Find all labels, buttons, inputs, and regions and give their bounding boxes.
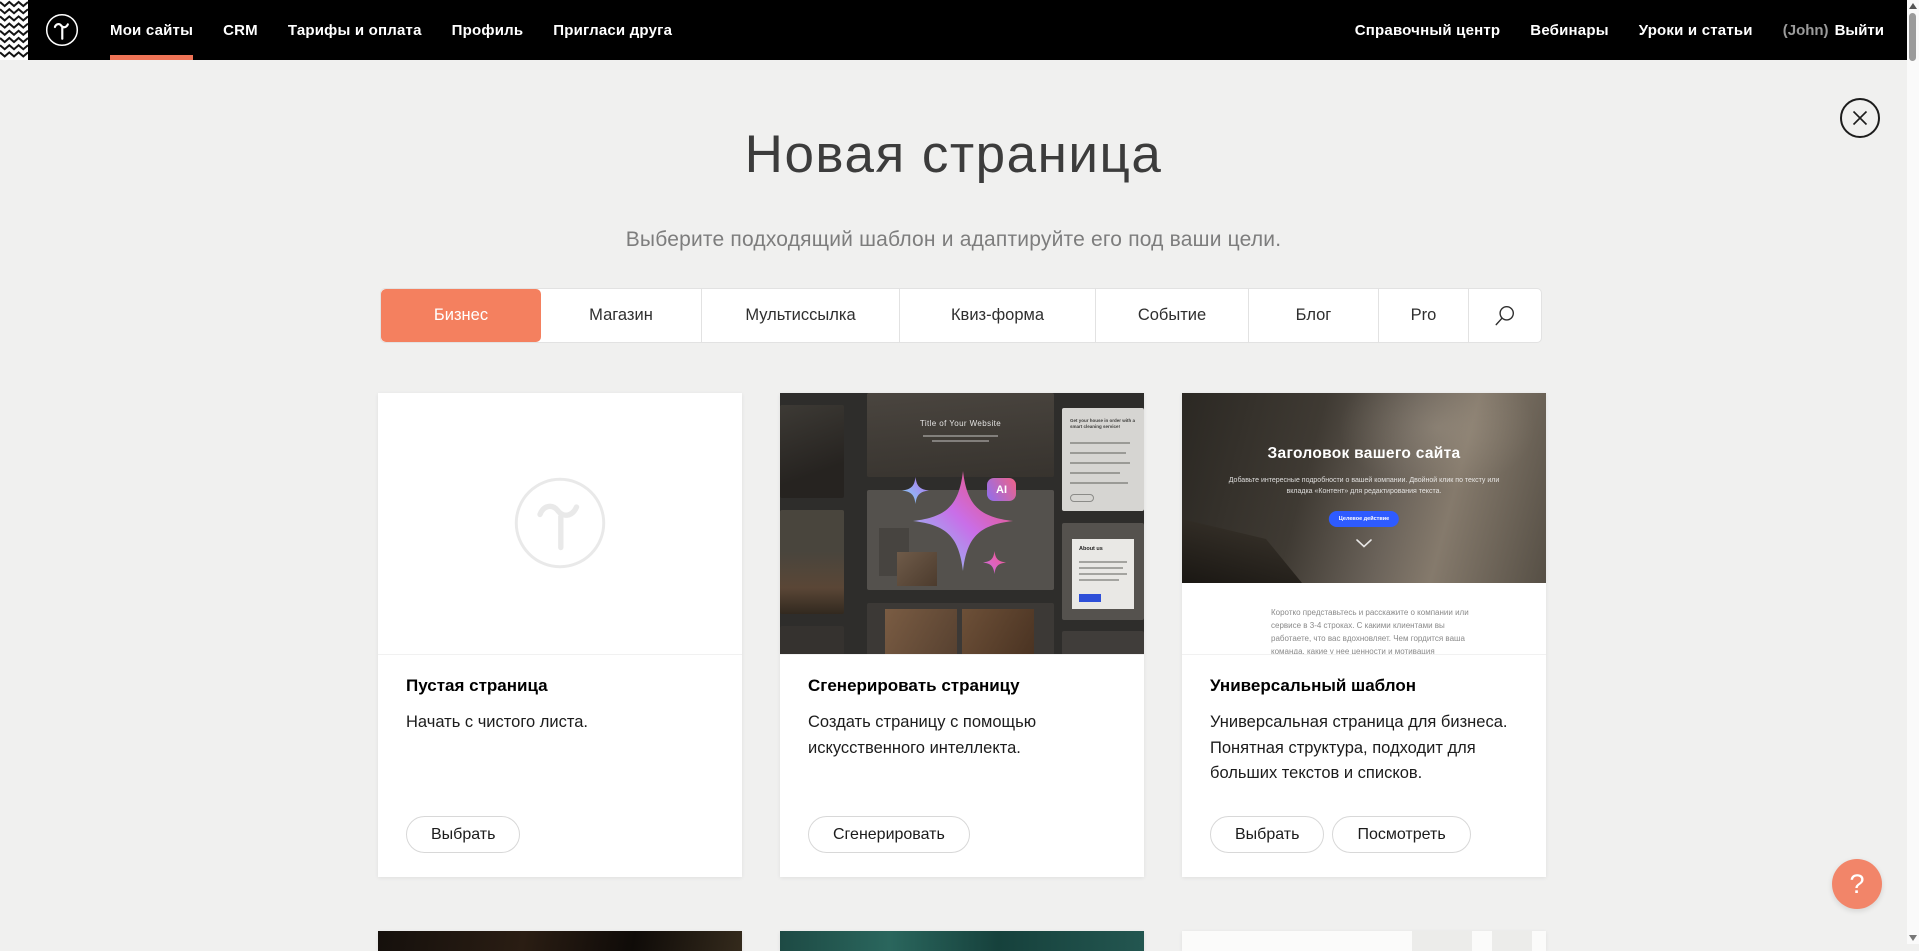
template-paragraph: Коротко представьтесь и расскажите о ком… xyxy=(1271,606,1469,655)
template-text-section: Коротко представьтесь и расскажите о ком… xyxy=(1182,583,1546,655)
preview-photos-tile xyxy=(867,603,1054,655)
nav-item-lessons[interactable]: Уроки и статьи xyxy=(1639,0,1753,60)
top-navbar: Мои сайты CRM Тарифы и оплата Профиль Пр… xyxy=(0,0,1907,60)
card-ai-generate: Title of Your Website Get your house in … xyxy=(780,393,1144,877)
zigzag-pattern xyxy=(0,0,28,60)
nav-item-pricing[interactable]: Тарифы и оплата xyxy=(288,0,422,60)
nav-item-webinars[interactable]: Вебинары xyxy=(1530,0,1608,60)
ai-preview: Title of Your Website Get your house in … xyxy=(780,393,1144,655)
preview-about-tile: About us xyxy=(1062,523,1144,620)
template-category-tabs: Бизнес Магазин Мультиссылка Квиз-форма С… xyxy=(380,288,1542,343)
card-universal-template: Заголовок вашего сайта Добавьте интересн… xyxy=(1182,393,1546,877)
generate-button[interactable]: Сгенерировать xyxy=(808,816,970,853)
preview-photo-tile xyxy=(780,405,844,498)
scroll-down-arrow-icon[interactable] xyxy=(1909,935,1917,941)
template-subheading: Добавьте интересные подробности о вашей … xyxy=(1226,475,1503,497)
tab-store[interactable]: Магазин xyxy=(541,289,702,342)
tab-multilink[interactable]: Мультиссылка xyxy=(702,289,900,342)
secondary-menu: Справочный центр Вебинары Уроки и статьи… xyxy=(1325,0,1884,60)
ai-badge: AI xyxy=(987,478,1016,501)
choose-button[interactable]: Выбрать xyxy=(406,816,520,853)
nav-item-help-center[interactable]: Справочный центр xyxy=(1355,0,1501,60)
nav-item-my-sites[interactable]: Мои сайты xyxy=(110,0,193,60)
preview-about-title: About us xyxy=(1079,546,1103,552)
ai-sparkle-small-icon xyxy=(983,551,1006,574)
view-button[interactable]: Посмотреть xyxy=(1332,816,1470,853)
page-subtitle: Выберите подходящий шаблон и адаптируйте… xyxy=(0,228,1907,252)
laptop-shape xyxy=(1182,503,1302,583)
preview-photo-tile xyxy=(1062,631,1144,655)
page-scrollbar[interactable] xyxy=(1907,0,1919,944)
preview-photo-tile xyxy=(780,626,844,655)
search-icon xyxy=(1494,305,1516,327)
tab-search[interactable] xyxy=(1469,289,1541,342)
template-preview: Заголовок вашего сайта Добавьте интересн… xyxy=(1182,393,1546,655)
template-hero-image: Заголовок вашего сайта Добавьте интересн… xyxy=(1182,393,1546,583)
preview-photo-tile xyxy=(780,510,844,614)
card-title: Сгенерировать страницу xyxy=(808,676,1020,696)
logout-link[interactable]: Выйти xyxy=(1835,22,1884,39)
page-title: Новая страница xyxy=(0,124,1907,185)
tab-business[interactable]: Бизнес xyxy=(381,289,541,342)
card-description: Создать страницу с помощью искусственног… xyxy=(808,710,1108,761)
tab-event[interactable]: Событие xyxy=(1096,289,1249,342)
card-description: Универсальная страница для бизнеса. Поня… xyxy=(1210,710,1540,787)
main-menu: Мои сайты CRM Тарифы и оплата Профиль Пр… xyxy=(110,0,702,60)
template-cards-row: Пустая страница Начать с чистого листа. … xyxy=(378,393,1546,877)
preview-text-card-tile: Get your house in order with a smart cle… xyxy=(1062,408,1144,511)
chevron-down-icon xyxy=(1356,539,1372,548)
tab-quiz-form[interactable]: Квиз-форма xyxy=(900,289,1096,342)
card-preview-partial xyxy=(1182,931,1546,951)
card-blank-page: Пустая страница Начать с чистого листа. … xyxy=(378,393,742,877)
user-logout[interactable]: (John) Выйти xyxy=(1783,0,1884,60)
preview-hero-tile: Title of Your Website xyxy=(867,393,1054,477)
card-title: Пустая страница xyxy=(406,676,548,696)
card-preview-partial xyxy=(378,931,742,951)
tilda-logo-icon[interactable] xyxy=(45,13,79,47)
tab-pro[interactable]: Pro xyxy=(1379,289,1469,342)
template-heading: Заголовок вашего сайта xyxy=(1182,445,1546,463)
choose-button[interactable]: Выбрать xyxy=(1210,816,1324,853)
help-button[interactable]: ? xyxy=(1832,859,1882,909)
card-description: Начать с чистого листа. xyxy=(406,710,718,736)
user-name: (John) xyxy=(1783,22,1829,39)
scroll-up-arrow-icon[interactable] xyxy=(1909,3,1917,9)
card-preview-partial xyxy=(780,931,1144,951)
preview-service-title: Get your house in order with a smart cle… xyxy=(1070,418,1136,431)
tilda-logo-watermark-icon xyxy=(512,475,608,571)
template-cards-row-2 xyxy=(378,931,1546,951)
tab-blog[interactable]: Блог xyxy=(1249,289,1379,342)
scrollbar-thumb[interactable] xyxy=(1909,13,1916,61)
nav-item-profile[interactable]: Профиль xyxy=(452,0,524,60)
nav-item-crm[interactable]: CRM xyxy=(223,0,258,60)
blank-page-preview xyxy=(378,393,742,655)
nav-item-invite-friend[interactable]: Пригласи друга xyxy=(553,0,672,60)
card-title: Универсальный шаблон xyxy=(1210,676,1416,696)
template-cta-button: Целевое действие xyxy=(1329,511,1399,527)
preview-site-title: Title of Your Website xyxy=(867,419,1054,428)
